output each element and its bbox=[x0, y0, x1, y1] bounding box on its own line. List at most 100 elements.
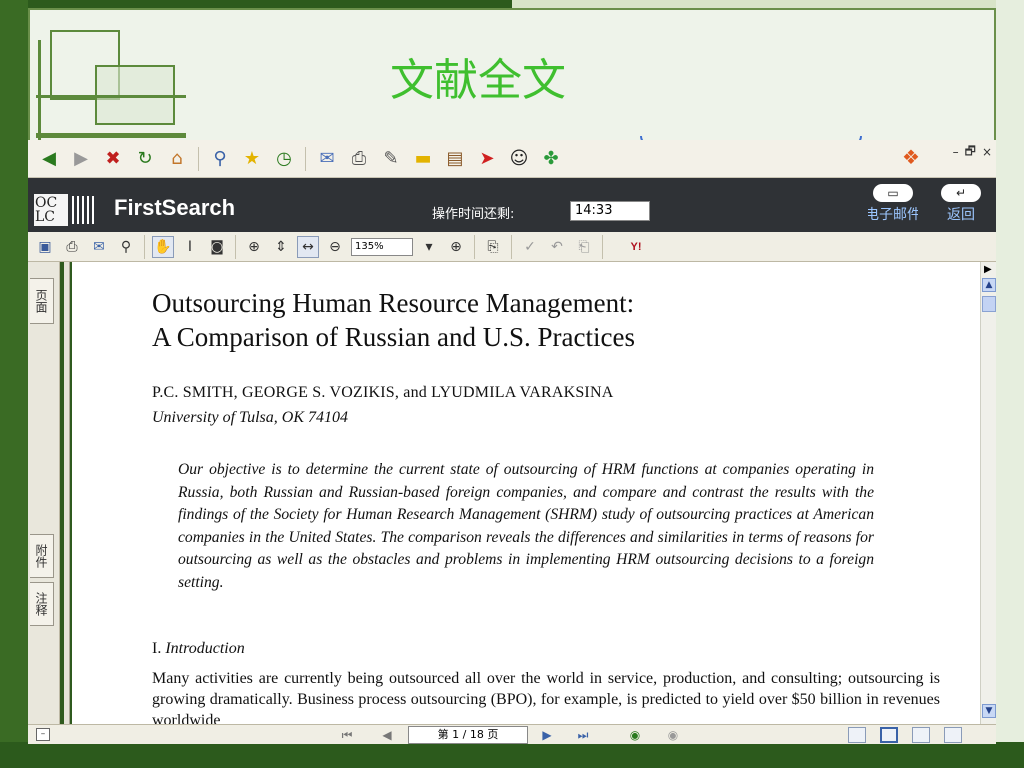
toolbar-separator bbox=[474, 234, 475, 259]
rotate-icon[interactable]: ⎘ bbox=[482, 236, 504, 258]
paper-title: Outsourcing Human Resource Management: A… bbox=[152, 286, 932, 354]
email-button[interactable]: ▭ 电子邮件 bbox=[868, 184, 918, 230]
panel-toggle-icon[interactable]: – bbox=[36, 728, 50, 741]
zoom-out-icon[interactable]: ⊖ bbox=[324, 236, 346, 258]
email-icon[interactable]: ✉ bbox=[88, 236, 110, 258]
search-icon[interactable]: ⚲ bbox=[207, 146, 233, 172]
section-heading: I. Introduction bbox=[152, 640, 245, 658]
zoom-level-field[interactable]: 135% bbox=[351, 237, 413, 256]
print-icon[interactable]: ⎙ bbox=[346, 146, 372, 172]
continuous-view-icon[interactable] bbox=[880, 727, 898, 743]
next-page-icon[interactable]: ▶ bbox=[538, 727, 556, 743]
msn-icon[interactable]: ✤ bbox=[538, 146, 564, 172]
toolbar-separator bbox=[235, 234, 236, 259]
snapshot-icon[interactable]: ◙ bbox=[206, 236, 228, 258]
zoom-dropdown-icon[interactable]: ▾ bbox=[418, 236, 440, 258]
section-title: Introduction bbox=[165, 640, 245, 657]
facing-view-icon[interactable] bbox=[912, 727, 930, 743]
restore-icon[interactable]: 🗗 bbox=[965, 142, 976, 163]
panel-arrow-icon[interactable]: ▶ bbox=[984, 264, 992, 275]
spellcheck-icon[interactable]: ✓ bbox=[519, 236, 541, 258]
return-icon: ↵ bbox=[941, 184, 981, 202]
stop-icon[interactable]: ✖ bbox=[100, 146, 126, 172]
page-indicator[interactable]: 第 1 / 18 页 bbox=[408, 726, 528, 744]
scroll-thumb[interactable] bbox=[982, 296, 996, 312]
folder-icon[interactable]: ▬ bbox=[410, 146, 436, 172]
toolbar-separator bbox=[144, 234, 145, 259]
frame-right bbox=[996, 0, 1024, 768]
firstsearch-brand: FirstSearch bbox=[114, 195, 236, 220]
scroll-up-icon[interactable]: ▲ bbox=[982, 278, 996, 292]
frame-left bbox=[0, 0, 28, 768]
return-label: 返回 bbox=[947, 207, 975, 223]
history-icon[interactable]: ◷ bbox=[271, 146, 297, 172]
favorites-icon[interactable]: ★ bbox=[239, 146, 265, 172]
single-page-view-icon[interactable] bbox=[848, 727, 866, 743]
find-icon[interactable]: ⚲ bbox=[115, 236, 137, 258]
continuous-facing-view-icon[interactable] bbox=[944, 727, 962, 743]
session-time-field: 14:33 bbox=[570, 201, 650, 221]
zoom-in-tool-icon[interactable]: ⊕ bbox=[243, 236, 265, 258]
edit-icon[interactable]: ✎ bbox=[378, 146, 404, 172]
previous-page-icon[interactable]: ◀ bbox=[378, 727, 396, 743]
copy-icon[interactable]: ⎗ bbox=[573, 236, 595, 258]
save-icon[interactable]: ▣ bbox=[34, 236, 56, 258]
print-icon[interactable]: ⎙ bbox=[61, 236, 83, 258]
paper-abstract: Our objective is to determine the curren… bbox=[178, 461, 874, 591]
undo-icon[interactable]: ↶ bbox=[546, 236, 568, 258]
fit-width-icon[interactable]: ↔ bbox=[297, 235, 319, 258]
messenger-icon[interactable]: ➤ bbox=[474, 146, 500, 172]
minimize-icon[interactable]: – bbox=[953, 145, 959, 159]
zoom-in-icon[interactable]: ⊕ bbox=[445, 236, 467, 258]
first-page-icon[interactable]: ⏮ bbox=[338, 727, 356, 743]
panel-splitter[interactable] bbox=[64, 262, 70, 724]
vertical-scrollbar[interactable]: ▶ ▲ ▼ bbox=[980, 262, 996, 724]
paper-affiliation: University of Tulsa, OK 74104 bbox=[152, 409, 349, 426]
paper-body-text: Many activities are currently being outs… bbox=[152, 670, 940, 724]
browser-toolbar: ◀ ▶ ✖ ↻ ⌂ ⚲ ★ ◷ ✉ ⎙ ✎ ▬ ▤ ➤ ☺ ✤ bbox=[28, 140, 996, 178]
hand-tool-icon[interactable]: ✋ bbox=[152, 235, 174, 258]
tab-pages[interactable]: 页面 bbox=[30, 278, 54, 324]
frame-top-left bbox=[0, 0, 512, 8]
back-icon[interactable]: ◀ bbox=[36, 146, 62, 172]
tab-attachments[interactable]: 附件 bbox=[30, 534, 54, 578]
slide-title: 文献全文 bbox=[390, 55, 566, 106]
refresh-icon[interactable]: ↻ bbox=[132, 146, 158, 172]
window-controls: – 🗗 × bbox=[935, 140, 996, 164]
paper-title-line-2: A Comparison of Russian and U.S. Practic… bbox=[152, 322, 635, 352]
last-page-icon[interactable]: ⏭ bbox=[574, 727, 592, 743]
actual-size-icon[interactable]: ⇕ bbox=[270, 236, 292, 258]
mail-icon[interactable]: ✉ bbox=[314, 146, 340, 172]
previous-view-icon[interactable]: ◉ bbox=[626, 727, 644, 743]
tab-comments[interactable]: 注释 bbox=[30, 582, 54, 626]
forward-icon[interactable]: ▶ bbox=[68, 146, 94, 172]
pdf-status-bar: – ⏮ ◀ 第 1 / 18 页 ▶ ⏭ ◉ ◉ bbox=[28, 724, 996, 744]
select-text-icon[interactable]: I bbox=[179, 236, 201, 258]
qq-icon[interactable]: ☺ bbox=[506, 146, 532, 172]
yahoo-search-icon[interactable]: Y! bbox=[610, 236, 662, 258]
windows-logo-icon: ❖ bbox=[902, 145, 920, 169]
email-label: 电子邮件 bbox=[868, 207, 918, 223]
navigation-side-panel: 页面 附件 注释 bbox=[28, 262, 60, 724]
decorative-line bbox=[38, 40, 41, 140]
decorative-line bbox=[36, 133, 186, 138]
toolbar-separator bbox=[602, 234, 603, 259]
research-icon[interactable]: ▤ bbox=[442, 146, 468, 172]
toolbar-separator bbox=[305, 146, 306, 171]
pdf-document-page: Outsourcing Human Resource Management: A… bbox=[72, 262, 980, 724]
section-number: I. bbox=[152, 640, 162, 657]
firstsearch-header: OC LC FirstSearch 操作时间还剩: 14:33 ▭ 电子邮件 ↵… bbox=[28, 178, 996, 232]
close-icon[interactable]: × bbox=[982, 145, 992, 159]
next-view-icon[interactable]: ◉ bbox=[664, 727, 682, 743]
home-icon[interactable]: ⌂ bbox=[164, 146, 190, 172]
paper-authors: P.C. SMITH, GEORGE S. VOZIKIS, and LYUDM… bbox=[152, 384, 614, 401]
email-icon: ▭ bbox=[873, 184, 913, 202]
decorative-line bbox=[36, 95, 186, 98]
oclc-bars-logo bbox=[72, 196, 104, 224]
oclc-logo: OC LC bbox=[34, 194, 68, 226]
toolbar-separator bbox=[511, 234, 512, 259]
frame-bottom bbox=[0, 742, 1024, 768]
paper-title-line-1: Outsourcing Human Resource Management: bbox=[152, 288, 635, 318]
scroll-down-icon[interactable]: ▼ bbox=[982, 704, 996, 718]
return-button[interactable]: ↵ 返回 bbox=[936, 184, 986, 230]
